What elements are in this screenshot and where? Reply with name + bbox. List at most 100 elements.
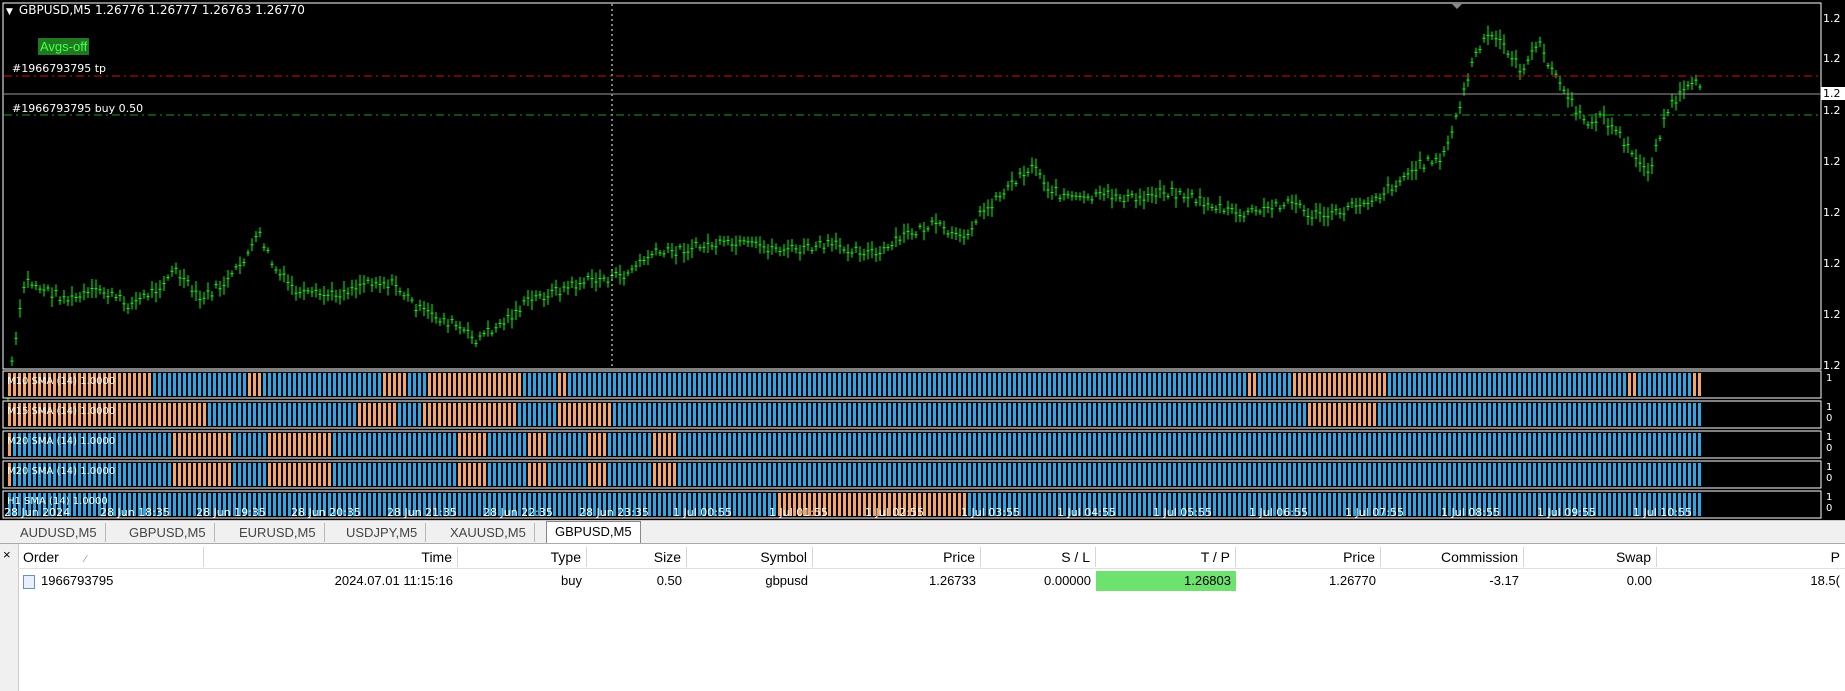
column-header-order[interactable]: Order ⁄ bbox=[18, 547, 204, 567]
indicator-bar bbox=[1148, 433, 1151, 456]
indicator-bar bbox=[343, 403, 346, 426]
tab-usdjpy-m5[interactable]: USDJPY,M5 bbox=[338, 523, 427, 542]
indicator-bar bbox=[123, 433, 126, 456]
indicator-bar bbox=[1558, 463, 1561, 486]
close-icon[interactable]: × bbox=[3, 547, 11, 562]
indicator-bar bbox=[278, 493, 281, 516]
indicator-bar bbox=[1058, 433, 1061, 456]
indicator-bar bbox=[498, 403, 501, 426]
indicator-bar bbox=[978, 433, 981, 456]
indicator-bar bbox=[1473, 433, 1476, 456]
indicator-bar bbox=[698, 403, 701, 426]
indicator-bar bbox=[478, 403, 481, 426]
indicator-bar bbox=[1343, 373, 1346, 396]
indicator-bar bbox=[1143, 493, 1146, 516]
indicator-bar bbox=[168, 403, 171, 426]
indicator-bar bbox=[1433, 373, 1436, 396]
tab-eurusd-m5[interactable]: EURUSD,M5 bbox=[231, 523, 325, 542]
tab-gbpusd-m5[interactable]: GBPUSD,M5 bbox=[121, 523, 215, 542]
column-header-symbol[interactable]: Symbol bbox=[687, 547, 813, 567]
column-header-current-price[interactable]: Price bbox=[1236, 547, 1381, 567]
tab-audusd-m5[interactable]: AUDUSD,M5 bbox=[12, 523, 106, 542]
collapse-triangle-icon[interactable]: ▼ bbox=[6, 7, 13, 17]
indicator-bar bbox=[1368, 463, 1371, 486]
indicator-bar bbox=[403, 403, 406, 426]
indicator-bar bbox=[1048, 373, 1051, 396]
column-header-commission[interactable]: Commission bbox=[1381, 547, 1524, 567]
indicator-bar bbox=[1293, 463, 1296, 486]
indicator-bar bbox=[1368, 433, 1371, 456]
indicator-bar bbox=[1368, 373, 1371, 396]
indicator-bar bbox=[1263, 373, 1266, 396]
indicator-bar bbox=[203, 373, 206, 396]
indicator-bar bbox=[1118, 403, 1121, 426]
indicator-bar bbox=[1268, 433, 1271, 456]
indicator-bar bbox=[693, 403, 696, 426]
indicator-bar bbox=[1023, 373, 1026, 396]
current-price-label: 1.2 bbox=[1823, 87, 1841, 100]
indicator-bar bbox=[1453, 433, 1456, 456]
indicator-bar bbox=[318, 433, 321, 456]
indicator-bar bbox=[1003, 433, 1006, 456]
indicator-bar bbox=[1303, 373, 1306, 396]
column-header-size[interactable]: Size bbox=[587, 547, 687, 567]
indicator-bar bbox=[1133, 493, 1136, 516]
indicator-bar bbox=[543, 433, 546, 456]
indicator-bar bbox=[1173, 373, 1176, 396]
column-header-tp[interactable]: T / P bbox=[1096, 547, 1236, 567]
indicator-bar bbox=[958, 373, 961, 396]
indicator-bar bbox=[233, 373, 236, 396]
indicator-bar bbox=[1128, 433, 1131, 456]
indicator-bar bbox=[1353, 373, 1356, 396]
indicator-bar bbox=[1388, 463, 1391, 486]
column-header-swap[interactable]: Swap bbox=[1524, 547, 1657, 567]
price-chart[interactable]: ▼ GBPUSD,M5 1.26776 1.26777 1.26763 1.267… bbox=[0, 0, 1845, 520]
chart-canvas[interactable] bbox=[0, 0, 1845, 520]
indicator-bar bbox=[718, 463, 721, 486]
indicator-bar bbox=[163, 433, 166, 456]
indicator-bar bbox=[783, 373, 786, 396]
indicator-bar bbox=[1248, 433, 1251, 456]
indicator-bar bbox=[313, 433, 316, 456]
indicator-bar bbox=[278, 433, 281, 456]
indicator-bar bbox=[1603, 463, 1606, 486]
indicator-bar bbox=[808, 463, 811, 486]
indicator-bar bbox=[688, 373, 691, 396]
indicator-bar bbox=[893, 433, 896, 456]
tab-gbpusd-m5-active[interactable]: GBPUSD,M5 bbox=[546, 521, 641, 544]
indicator-bar bbox=[1313, 433, 1316, 456]
indicator-bar bbox=[573, 463, 576, 486]
indicator-bar bbox=[1003, 373, 1006, 396]
indicator-bar bbox=[1153, 433, 1156, 456]
avgs-toggle-button[interactable]: Avgs-off bbox=[38, 38, 90, 55]
indicator-bar bbox=[1358, 463, 1361, 486]
indicator-bar bbox=[1093, 373, 1096, 396]
column-header-price[interactable]: Price bbox=[813, 547, 981, 567]
column-header-profit[interactable]: P bbox=[1657, 547, 1845, 567]
indicator-bar bbox=[433, 373, 436, 396]
indicator-bar bbox=[738, 493, 741, 516]
indicator-bar bbox=[1238, 463, 1241, 486]
indicator-bar bbox=[483, 433, 486, 456]
indicator-bar bbox=[743, 463, 746, 486]
indicator-bar bbox=[1528, 493, 1531, 516]
indicator-bar bbox=[623, 403, 626, 426]
indicator-bar bbox=[768, 433, 771, 456]
indicator-bar bbox=[1208, 403, 1211, 426]
indicator-bar bbox=[1633, 463, 1636, 486]
tab-xauusd-m5[interactable]: XAUUSD,M5 bbox=[442, 523, 535, 542]
indicator-bar bbox=[1163, 433, 1166, 456]
indicator-bar bbox=[488, 373, 491, 396]
indicator-bar bbox=[1118, 373, 1121, 396]
indicator-bar bbox=[1238, 403, 1241, 426]
column-header-time[interactable]: Time bbox=[204, 547, 458, 567]
indicator-bar bbox=[1493, 403, 1496, 426]
indicator-bar bbox=[713, 433, 716, 456]
indicator-bar bbox=[1558, 373, 1561, 396]
indicator-bar bbox=[1608, 373, 1611, 396]
indicator-bar bbox=[1123, 493, 1126, 516]
indicator-bar bbox=[748, 373, 751, 396]
column-header-type[interactable]: Type bbox=[458, 547, 587, 567]
indicator-bar bbox=[183, 403, 186, 426]
column-header-sl[interactable]: S / L bbox=[981, 547, 1096, 567]
